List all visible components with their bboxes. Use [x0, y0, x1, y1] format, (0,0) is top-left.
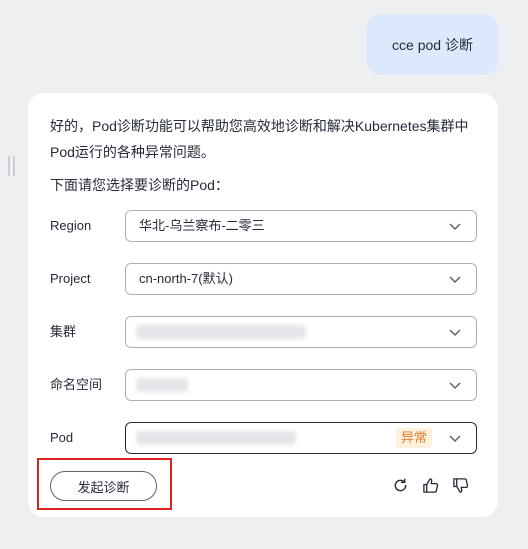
pod-value-redacted [136, 431, 296, 445]
bot-prompt-text: 下面请您选择要诊断的Pod： [50, 177, 229, 193]
pod-select[interactable]: 异常 [125, 422, 477, 454]
region-select-value: 华北-乌兰察布-二零三 [139, 218, 265, 233]
chevron-down-icon [449, 435, 461, 443]
cluster-value-redacted [136, 325, 306, 339]
chevron-down-icon [449, 329, 461, 337]
namespace-select[interactable] [125, 369, 477, 401]
chevron-down-icon [449, 382, 461, 390]
refresh-icon[interactable] [392, 477, 409, 494]
start-diagnosis-button[interactable]: 发起诊断 [50, 471, 157, 501]
pod-status-badge: 异常 [395, 428, 432, 448]
cluster-select[interactable] [125, 316, 477, 348]
user-message-text: cce pod 诊断 [392, 36, 473, 53]
cluster-label: 集群 [50, 324, 77, 339]
chat-page: cce pod 诊断 好的，Pod诊断功能可以帮助您高效地诊断和解决Kubern… [0, 0, 528, 549]
namespace-row: 命名空间 [50, 369, 477, 401]
pod-row: Pod 异常 [50, 422, 477, 454]
cluster-row: 集群 [50, 316, 477, 348]
chevron-down-icon [449, 223, 461, 231]
user-message-bubble: cce pod 诊断 [366, 14, 499, 75]
bot-message-card: 好的，Pod诊断功能可以帮助您高效地诊断和解决Kubernetes集群中Pod运… [28, 93, 498, 517]
project-select[interactable]: cn-north-7(默认) [125, 263, 477, 295]
drag-handle-icon[interactable] [8, 156, 18, 176]
thumbs-down-icon[interactable] [452, 477, 469, 494]
chevron-down-icon [449, 276, 461, 284]
bot-intro-text: 好的，Pod诊断功能可以帮助您高效地诊断和解决Kubernetes集群中Pod运… [50, 118, 469, 160]
namespace-value-redacted [136, 378, 188, 392]
message-actions [392, 477, 469, 494]
region-label: Region [50, 218, 92, 233]
namespace-label: 命名空间 [50, 377, 103, 392]
pod-label: Pod [50, 430, 74, 445]
region-row: Region 华北-乌兰察布-二零三 [50, 210, 477, 242]
thumbs-up-icon[interactable] [422, 477, 439, 494]
region-select[interactable]: 华北-乌兰察布-二零三 [125, 210, 477, 242]
project-row: Project cn-north-7(默认) [50, 263, 477, 295]
project-label: Project [50, 271, 91, 286]
project-select-value: cn-north-7(默认) [139, 271, 233, 286]
